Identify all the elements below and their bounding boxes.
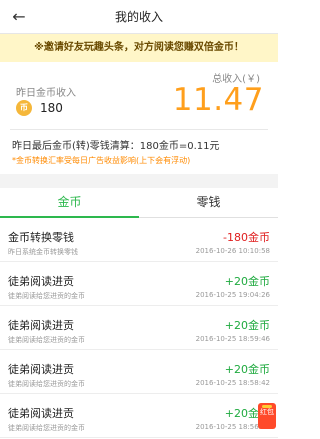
income-summary: 昨日金币收入 币 180 总收入(￥) 11.47 昨日最后金币(转)零钱清算：… <box>0 62 278 174</box>
title-bar: ← 我的收入 <box>0 0 278 34</box>
list-item[interactable]: 徒弟阅读进贡 徒弟阅读给您进贡的金币 +20金币 2016-10-25 18:5… <box>0 394 278 438</box>
record-title: 徒弟阅读进贡 <box>8 363 74 376</box>
yesterday-coin-value: 180 <box>40 101 63 115</box>
coin-icon: 币 <box>16 100 32 116</box>
tab-coins[interactable]: 金币 <box>0 188 139 218</box>
list-item[interactable]: 徒弟阅读进贡 徒弟阅读给您进贡的金币 +20金币 2016-10-25 18:5… <box>0 306 278 350</box>
exchange-rate-note: *金币转换汇率受每日广告收益影响(上下会有浮动) <box>12 156 191 165</box>
tab-cash[interactable]: 零钱 <box>139 188 278 218</box>
record-subtitle: 徒弟阅读给您进贡的金币 <box>8 424 85 432</box>
page-title: 我的收入 <box>114 10 163 24</box>
record-time: 2016-10-25 18:58:42 <box>195 379 270 387</box>
list-item[interactable]: 徒弟阅读进贡 徒弟阅读给您进贡的金币 +20金币 2016-10-25 19:0… <box>0 262 278 306</box>
record-title: 徒弟阅读进贡 <box>8 275 74 288</box>
record-title: 金币转换零钱 <box>8 231 74 244</box>
record-amount: +20金币 <box>224 363 270 376</box>
yesterday-coin-label: 昨日金币收入 <box>16 88 76 99</box>
invite-banner[interactable]: ※邀请好友玩趣头条，对方阅读您赚双倍金币！ <box>0 34 278 62</box>
exchange-rate-text: 昨日最后金币(转)零钱清算：180金币=0.11元 <box>12 141 220 152</box>
list-item[interactable]: 金币转换零钱 昨日系统金币转换零钱 -180金币 2016-10-26 10:1… <box>0 218 278 262</box>
record-amount: -180金币 <box>223 231 270 244</box>
record-time: 2016-10-25 18:59:46 <box>195 335 270 343</box>
record-subtitle: 徒弟阅读给您进贡的金币 <box>8 380 85 388</box>
red-envelope-icon[interactable]: 红包 <box>258 403 276 429</box>
divider <box>10 129 268 130</box>
total-income-value: 11.47 <box>172 82 264 118</box>
record-amount: +20金币 <box>224 275 270 288</box>
record-time: 2016-10-25 19:04:26 <box>195 291 270 299</box>
record-subtitle: 徒弟阅读给您进贡的金币 <box>8 292 85 300</box>
tab-bar: 金币 零钱 <box>0 188 278 218</box>
record-subtitle: 徒弟阅读给您进贡的金币 <box>8 336 85 344</box>
record-amount: +20金币 <box>224 319 270 332</box>
section-gap <box>0 174 278 188</box>
record-title: 徒弟阅读进贡 <box>8 407 74 420</box>
record-time: 2016-10-26 10:10:58 <box>195 247 270 255</box>
record-title: 徒弟阅读进贡 <box>8 319 74 332</box>
record-subtitle: 昨日系统金币转换零钱 <box>8 248 78 256</box>
list-item[interactable]: 徒弟阅读进贡 徒弟阅读给您进贡的金币 +20金币 2016-10-25 18:5… <box>0 350 278 394</box>
